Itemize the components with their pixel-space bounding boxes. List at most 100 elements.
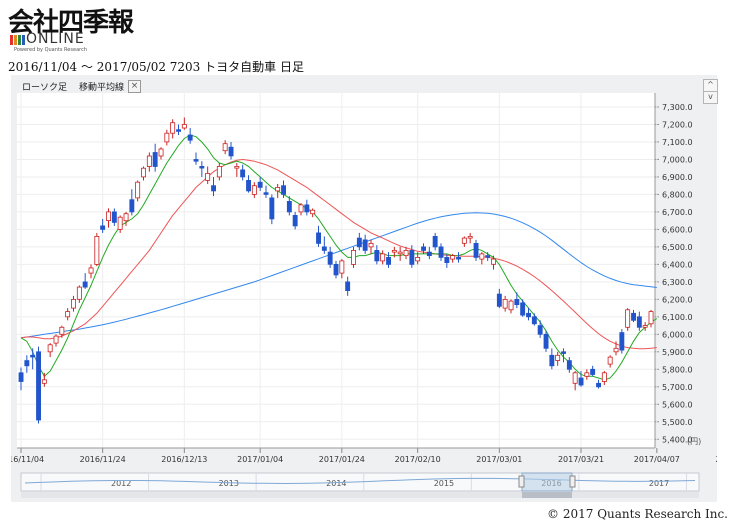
candle-body (584, 372, 590, 377)
candle-body (362, 239, 368, 251)
candle-body (526, 312, 531, 318)
y-tick-label: 6,000.0 (662, 330, 693, 339)
navigator-handle-left (518, 475, 525, 488)
candle-body (356, 237, 362, 248)
candle-body (578, 377, 584, 386)
candle-body (135, 181, 141, 199)
candle-body (65, 311, 71, 318)
candle-body (292, 214, 298, 227)
x-tick-label: 2017/04/26 (715, 455, 717, 464)
candle-body (53, 335, 59, 344)
y-axis-unit: (円) (687, 437, 701, 446)
candle-body (450, 255, 456, 260)
candle-body (351, 249, 356, 265)
candle-body (36, 351, 41, 421)
candle-body (100, 225, 106, 230)
close-icon[interactable]: × (128, 80, 142, 93)
candle-body (234, 166, 240, 169)
x-tick-label: 2017/03/01 (476, 455, 522, 464)
candle-body (205, 173, 211, 181)
candle-body (601, 372, 607, 382)
x-tick-label: 2017/04/07 (634, 455, 680, 464)
candle-body (456, 256, 461, 260)
candle-body (41, 379, 47, 384)
candle-body (549, 354, 555, 367)
candle-body (339, 260, 345, 274)
y-tick-label: 7,000.0 (662, 155, 693, 164)
candle-body (485, 255, 491, 258)
candle-body (607, 356, 613, 365)
candle-body (111, 211, 117, 223)
candle-body (566, 360, 572, 370)
navigator-selection (521, 472, 573, 492)
candle-body (321, 246, 327, 251)
x-tick-label: 2017/02/10 (395, 455, 441, 464)
candle-body (281, 185, 286, 195)
logo-color-bars (10, 35, 26, 46)
candle-body (531, 316, 537, 325)
y-tick-label: 7,200.0 (662, 120, 693, 129)
zoom-down-button[interactable]: v (703, 91, 718, 104)
candle-body (47, 344, 53, 353)
candle-body (590, 368, 596, 375)
candle-body (409, 249, 415, 265)
candle-body (187, 134, 193, 141)
candle-body (123, 213, 129, 222)
candle-body (461, 237, 467, 244)
candle-body (286, 201, 292, 213)
legend-candles[interactable]: ローソク足 (22, 80, 67, 93)
x-tick-label: 2016/12/13 (161, 455, 207, 464)
candle-body (596, 382, 601, 388)
y-tick-label: 6,400.0 (662, 260, 693, 269)
candle-body (71, 298, 76, 309)
candle-body (444, 256, 450, 263)
candle-body (496, 293, 502, 307)
candle-body (473, 242, 479, 258)
navigator-scrollbar (21, 492, 699, 498)
candle-body (228, 146, 234, 157)
y-tick-label: 6,100.0 (662, 313, 693, 322)
chart-frame: 7,300.0 7,200.0 7,100.0 7,000.0 6,900.0 6,800… (11, 75, 717, 502)
candle-body (537, 325, 543, 335)
candle-body (316, 232, 321, 244)
candle-body (380, 253, 386, 262)
x-tick-label: 2016/11/04 (11, 455, 44, 464)
candle-body (345, 281, 351, 291)
candle-body (479, 253, 485, 260)
logo-subtitle: Powered by Quants Research (14, 47, 87, 53)
candle-body (129, 199, 135, 213)
candle-body (421, 246, 426, 251)
candle-body (514, 298, 520, 305)
candle-body (251, 185, 257, 195)
y-tick-label: 6,800.0 (662, 190, 693, 199)
candle-body (141, 167, 146, 178)
legend-moving-average[interactable]: 移動平均線 (79, 80, 124, 93)
candle-body (164, 132, 170, 143)
navigator-year-label: 2014 (326, 479, 346, 488)
y-tick-label: 5,500.0 (662, 418, 693, 427)
candle-body (467, 235, 473, 239)
candle-body (222, 143, 228, 152)
candle-body (304, 204, 310, 213)
navigator-year-label: 2013 (219, 479, 239, 488)
candle-body (240, 169, 246, 178)
candle-body (555, 354, 561, 361)
candle-body (631, 312, 636, 321)
x-tick-label: 2017/01/04 (237, 455, 283, 464)
candle-body (426, 251, 432, 257)
y-tick-label: 7,300.0 (662, 103, 693, 112)
candle-body (491, 258, 496, 265)
candle-body (176, 129, 181, 132)
candle-body (648, 311, 654, 325)
y-tick-label: 6,900.0 (662, 173, 693, 182)
copyright: © 2017 Quants Research Inc. (547, 507, 728, 521)
navigator-scroll-thumb (522, 492, 572, 498)
candle-body (374, 249, 380, 262)
candle-body (216, 166, 222, 178)
page-title: 2016/11/04 ～ 2017/05/02 7203 トヨタ自動車 日足 (8, 60, 304, 74)
candle-body (181, 124, 187, 129)
candle-body (572, 372, 578, 384)
candle-body (543, 333, 549, 349)
candle-body (298, 204, 304, 213)
candle-body (146, 155, 152, 167)
